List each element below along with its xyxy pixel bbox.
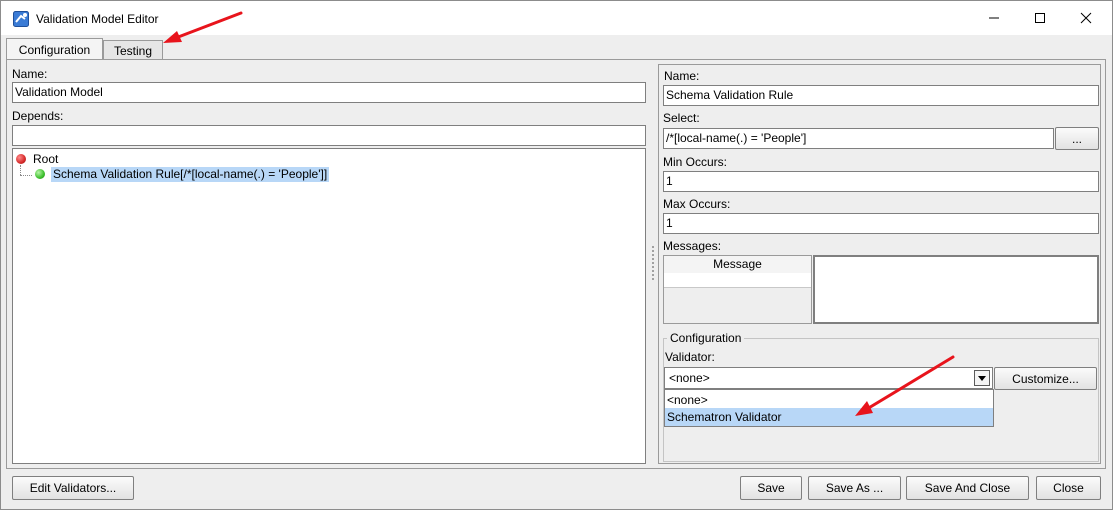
save-and-close-button[interactable]: Save And Close: [906, 476, 1029, 500]
message-column-header[interactable]: Message: [664, 256, 811, 274]
select-label: Select:: [663, 111, 700, 125]
depends-input[interactable]: [12, 125, 646, 146]
tree-node-label: Root: [33, 152, 59, 166]
select-browse-button[interactable]: ...: [1055, 127, 1099, 150]
min-occurs-input[interactable]: 1: [663, 171, 1099, 192]
max-occurs-label: Max Occurs:: [663, 197, 731, 211]
window-title: Validation Model Editor: [36, 12, 159, 26]
validator-dropdown-list[interactable]: <none> Schematron Validator: [664, 389, 994, 427]
save-as-button[interactable]: Save As ...: [808, 476, 901, 500]
validation-model-editor-window: Validation Model Editor Configuration Te…: [0, 0, 1113, 510]
select-xpath-input[interactable]: /*[local-name(.) = 'People']: [663, 128, 1054, 149]
tree-connector: [20, 175, 32, 177]
close-button[interactable]: Close: [1036, 476, 1101, 500]
min-occurs-label: Min Occurs:: [663, 155, 728, 169]
customize-button[interactable]: Customize...: [994, 367, 1097, 390]
rule-tree[interactable]: Root Schema Validation Rule[/*[local-nam…: [12, 148, 646, 464]
tab-testing[interactable]: Testing: [103, 40, 163, 60]
validator-label: Validator:: [665, 350, 715, 364]
app-icon: [13, 11, 29, 27]
minimize-icon: [989, 17, 999, 19]
message-text-area[interactable]: [813, 255, 1099, 324]
rule-name-label: Name:: [664, 69, 700, 83]
name-label: Name:: [12, 67, 48, 81]
depends-label: Depends:: [12, 109, 64, 123]
tab-configuration[interactable]: Configuration: [6, 38, 103, 59]
tree-node-label: Schema Validation Rule[/*[local-name(.) …: [51, 167, 330, 182]
dropdown-toggle[interactable]: [974, 370, 990, 386]
chevron-down-icon: [978, 376, 986, 381]
edit-validators-button[interactable]: Edit Validators...: [12, 476, 134, 500]
dropdown-option-schematron-validator[interactable]: Schematron Validator: [665, 408, 993, 426]
close-window-button[interactable]: [1063, 1, 1109, 35]
messages-table[interactable]: Message: [663, 255, 812, 324]
maximize-icon: [1035, 13, 1045, 23]
close-icon: [1080, 12, 1092, 24]
minimize-button[interactable]: [971, 1, 1017, 35]
table-row[interactable]: [664, 273, 811, 288]
messages-label: Messages:: [663, 239, 722, 253]
save-button[interactable]: Save: [740, 476, 802, 500]
rule-name-input[interactable]: Schema Validation Rule: [663, 85, 1099, 106]
configuration-group-title: Configuration: [667, 331, 745, 345]
model-name-input[interactable]: Validation Model: [12, 82, 646, 103]
error-status-icon: [16, 154, 26, 164]
title-bar[interactable]: Validation Model Editor: [1, 1, 1112, 35]
dropdown-option-none[interactable]: <none>: [665, 391, 993, 409]
validator-select[interactable]: <none>: [664, 367, 993, 389]
max-occurs-input[interactable]: 1: [663, 213, 1099, 234]
valid-status-icon: [35, 169, 45, 179]
validator-selected-value: <none>: [669, 371, 710, 385]
maximize-button[interactable]: [1017, 1, 1063, 35]
tree-connector: [20, 165, 22, 175]
splitter-handle[interactable]: [652, 246, 654, 282]
